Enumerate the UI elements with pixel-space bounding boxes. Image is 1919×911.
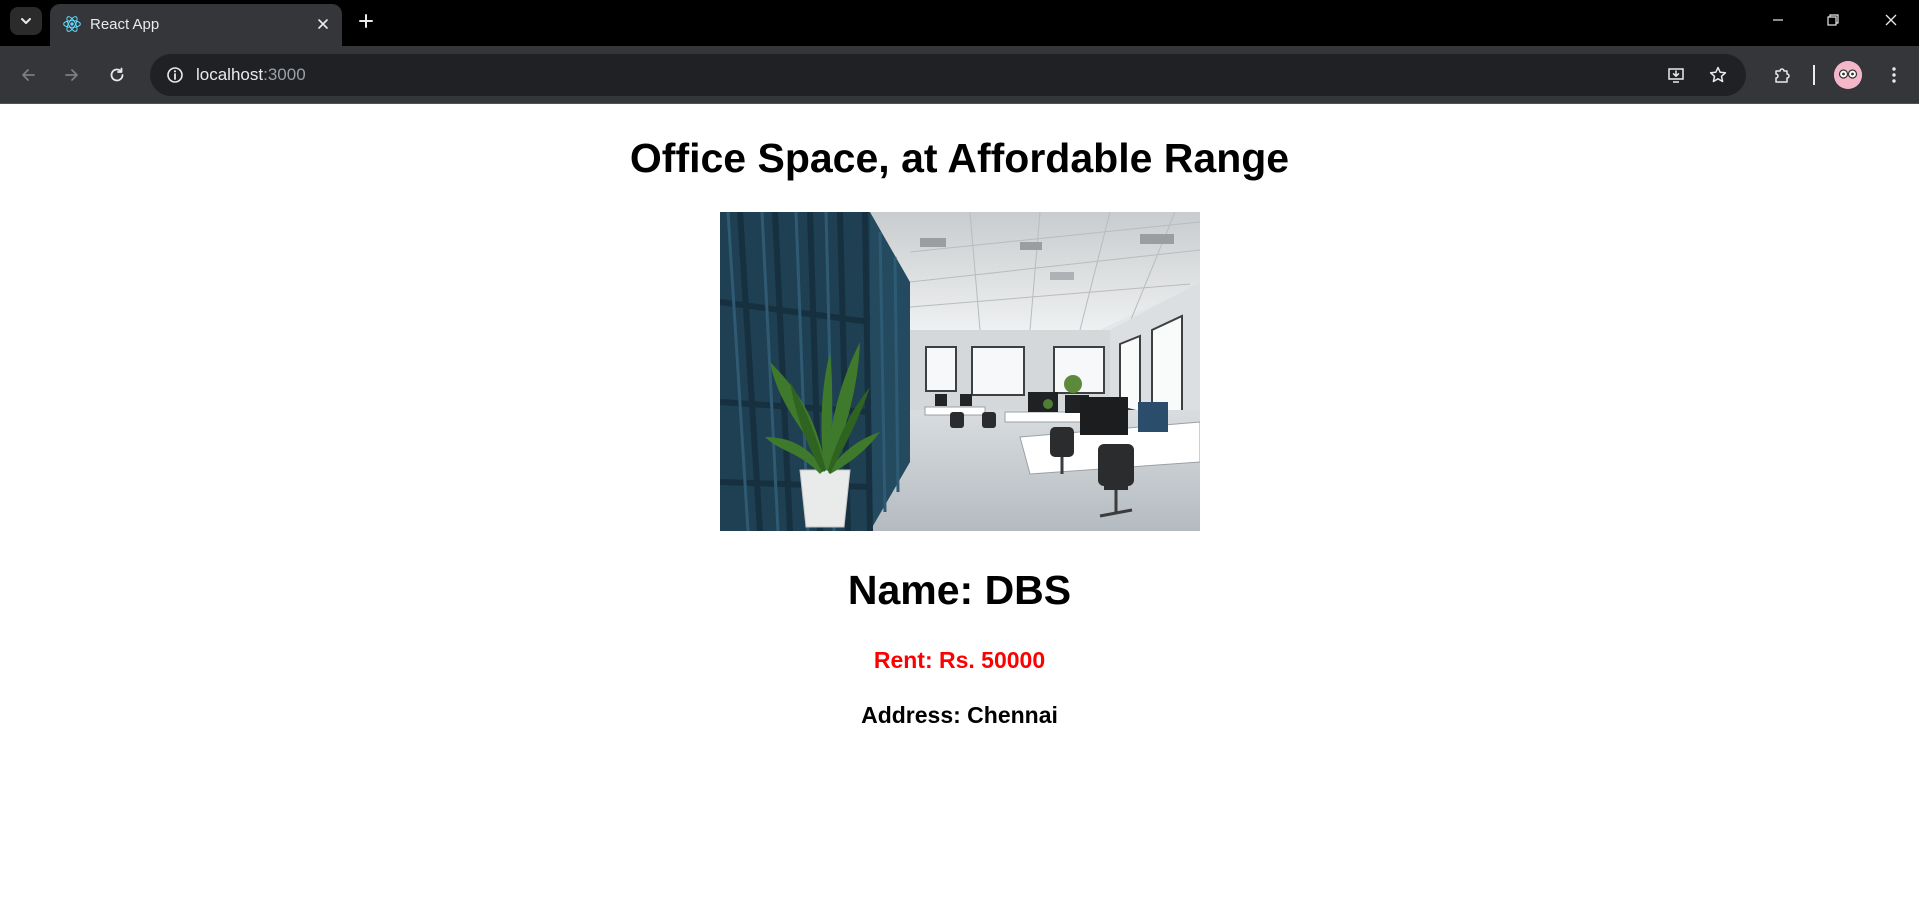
reload-icon xyxy=(110,67,124,82)
tab-close-button[interactable] xyxy=(312,13,334,35)
back-button[interactable] xyxy=(11,58,45,92)
browser-toolbar: localhost:3000 xyxy=(0,46,1919,104)
new-tab-button[interactable] xyxy=(352,7,380,35)
page-content: Office Space, at Affordable Range Name: … xyxy=(0,105,1919,911)
minimize-window-button[interactable] xyxy=(1751,0,1805,40)
install-app-button[interactable] xyxy=(1661,60,1691,90)
close-icon xyxy=(1885,14,1897,26)
react-logo-icon xyxy=(63,16,81,32)
bookmark-button[interactable] xyxy=(1703,60,1733,90)
restore-window-button[interactable] xyxy=(1806,0,1860,40)
page-title: Office Space, at Affordable Range xyxy=(629,135,1290,181)
tab-search-button[interactable] xyxy=(10,7,42,35)
site-info-button[interactable] xyxy=(160,60,190,90)
close-icon xyxy=(318,19,328,29)
tab-title: React App xyxy=(90,16,160,33)
restore-icon xyxy=(1827,14,1839,26)
star-icon xyxy=(1709,66,1727,83)
install-app-icon xyxy=(1668,68,1684,83)
url-text: localhost:3000 xyxy=(196,64,306,86)
address-bar[interactable]: localhost:3000 xyxy=(150,54,1746,96)
toolbar-divider xyxy=(1813,65,1815,85)
chevron-down-icon xyxy=(21,18,31,24)
arrow-right-icon xyxy=(65,69,78,81)
info-icon xyxy=(167,67,183,83)
avatar xyxy=(1834,61,1862,89)
office-name: Name: DBS xyxy=(847,567,1072,613)
browser-tab-active[interactable]: React App xyxy=(50,4,342,46)
office-photo xyxy=(720,212,1200,531)
url-host: localhost xyxy=(196,65,264,84)
office-address: Address: Chennai xyxy=(861,702,1058,728)
browser-menu-button[interactable] xyxy=(1877,58,1911,92)
puzzle-icon xyxy=(1775,68,1790,83)
office-image xyxy=(720,212,1200,531)
minimize-icon xyxy=(1773,19,1783,21)
close-window-button[interactable] xyxy=(1864,0,1918,40)
profile-avatar[interactable] xyxy=(1834,61,1862,89)
forward-button[interactable] xyxy=(55,58,89,92)
arrow-left-icon xyxy=(22,69,35,81)
extensions-button[interactable] xyxy=(1765,58,1799,92)
plus-icon xyxy=(359,14,373,28)
browser-tab-strip: React App xyxy=(0,0,1919,46)
kebab-menu-icon xyxy=(1892,67,1896,83)
office-rent: Rent: Rs. 50000 xyxy=(873,647,1046,673)
url-port: :3000 xyxy=(263,65,306,84)
reload-button[interactable] xyxy=(100,58,134,92)
